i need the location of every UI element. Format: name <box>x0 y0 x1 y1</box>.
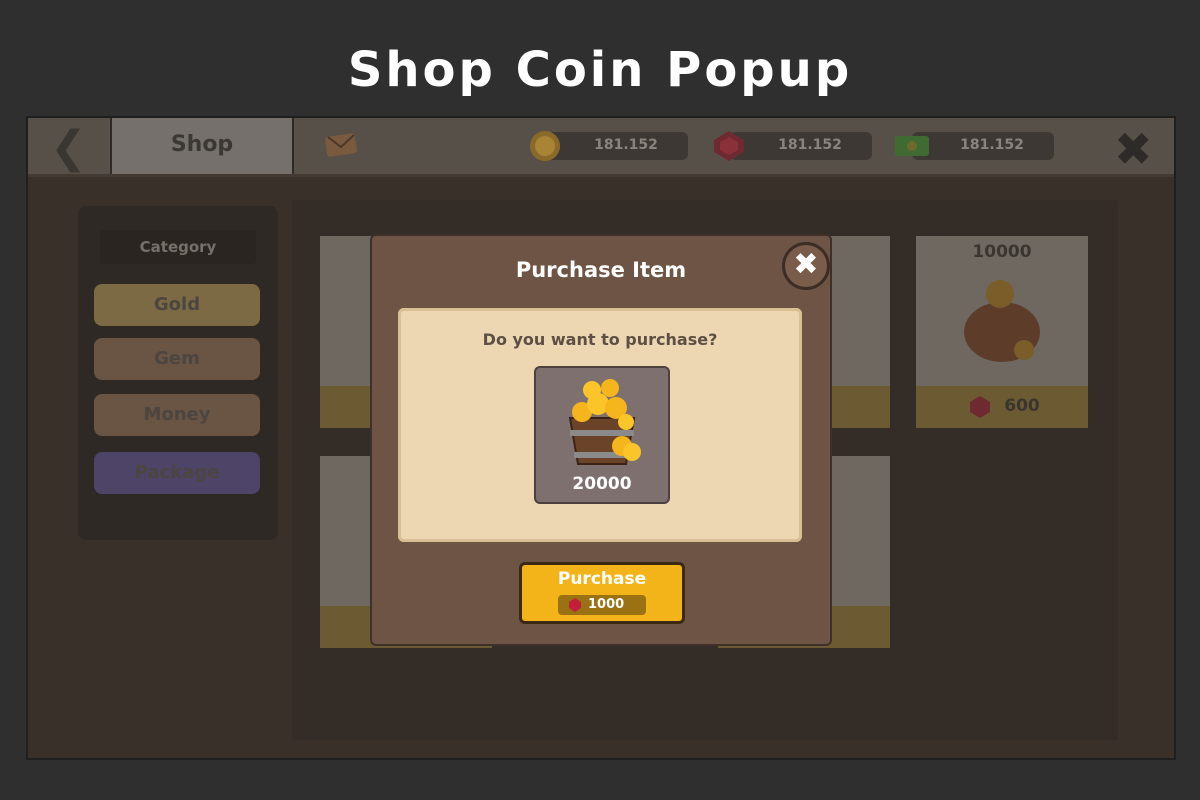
purchase-cost-value: 1000 <box>588 597 625 612</box>
purchase-button[interactable]: Purchase 1000 <box>519 562 685 624</box>
close-icon: ✖ <box>1114 122 1153 176</box>
chevron-left-icon: ❮ <box>50 122 87 173</box>
tab-shop[interactable]: Shop <box>112 118 294 174</box>
gem-value: 181.152 <box>778 137 842 153</box>
tab-shop-label: Shop <box>170 132 234 157</box>
popup-close-button[interactable]: ✖ <box>782 242 830 290</box>
coin-icon <box>530 131 560 161</box>
close-button[interactable]: ✖ <box>1114 122 1153 176</box>
category-label: Category <box>100 230 256 264</box>
purchase-question: Do you want to purchase? <box>482 330 718 349</box>
item-preview: 20000 <box>534 366 670 504</box>
coin-bucket-icon <box>568 379 641 465</box>
cash-value: 181.152 <box>960 137 1024 153</box>
category-money-button[interactable]: Money <box>94 394 260 436</box>
category-gem-button[interactable]: Gem <box>94 338 260 380</box>
gem-icon <box>714 131 744 161</box>
purchase-cost: 1000 <box>558 595 646 615</box>
purchase-button-label: Purchase <box>557 569 647 589</box>
coin-value: 181.152 <box>594 137 658 153</box>
popup-paper: Do you want to purchase? 20000 <box>398 308 802 542</box>
category-gold-button[interactable]: Gold <box>94 284 260 326</box>
gem-counter: 181.152 <box>712 130 876 162</box>
cash-icon <box>895 136 929 156</box>
purchase-popup: Purchase Item ✖ Do you want to purchase?… <box>370 234 832 646</box>
gem-icon <box>569 598 581 612</box>
page-title: Shop Coin Popup <box>347 42 853 98</box>
category-sidebar: Category Gold Gem Money Package <box>78 206 278 540</box>
popup-title: Purchase Item <box>515 258 687 282</box>
close-icon: ✖ <box>793 247 819 282</box>
mail-icon[interactable] <box>324 130 358 158</box>
coin-sack-icon <box>964 280 1040 362</box>
shop-card-10000[interactable]: 10000 600 <box>916 236 1088 428</box>
coin-counter: 181.152 <box>528 130 692 162</box>
item-quantity: 20000 <box>572 474 632 494</box>
back-button[interactable]: ❮ <box>28 118 112 174</box>
card-price: 600 <box>1004 396 1040 416</box>
cash-counter: 181.152 <box>894 130 1058 162</box>
top-bar: ❮ Shop 181.152 181.152 181.152 ✖ <box>28 118 1174 177</box>
card-amount: 10000 <box>972 242 1032 262</box>
category-package-button[interactable]: Package <box>94 452 260 494</box>
